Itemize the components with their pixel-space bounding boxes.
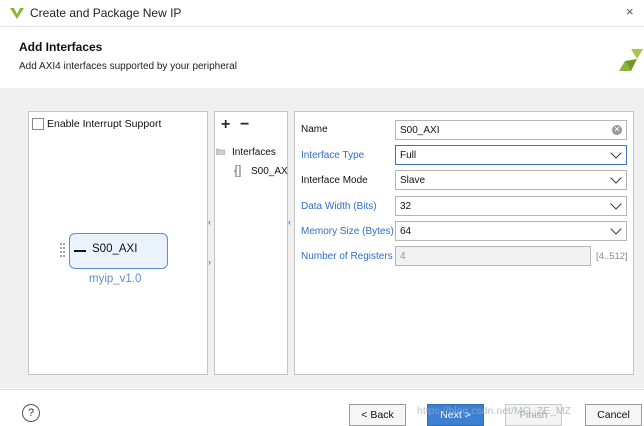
cancel-button[interactable]: Cancel bbox=[585, 404, 642, 426]
ip-port-label: S00_AXI bbox=[92, 243, 138, 255]
data-width-label: Data Width (Bits) bbox=[301, 201, 377, 212]
page-header: Add Interfaces Add AXI4 interfaces suppo… bbox=[0, 27, 644, 87]
chevron-down-icon[interactable] bbox=[610, 172, 622, 184]
close-icon[interactable]: × bbox=[626, 4, 634, 19]
interrupt-checkbox[interactable] bbox=[32, 118, 44, 130]
interface-type-label: Interface Type bbox=[301, 150, 365, 161]
back-button[interactable]: < Back bbox=[349, 404, 406, 426]
memory-size-value: 64 bbox=[400, 226, 412, 237]
memory-size-select[interactable]: 64 bbox=[395, 221, 627, 241]
watermark: https://blog.csdn.net/MO_ZE_MZ bbox=[417, 405, 572, 417]
folder-icon bbox=[216, 148, 225, 155]
data-width-value: 32 bbox=[400, 201, 412, 212]
chevron-down-icon[interactable] bbox=[610, 147, 622, 159]
name-label: Name bbox=[301, 124, 328, 135]
vivado-logo-icon bbox=[10, 8, 24, 19]
port-icon bbox=[234, 165, 241, 177]
add-interface-button[interactable]: + bbox=[221, 117, 230, 133]
interrupt-checkbox-label[interactable]: Enable Interrupt Support bbox=[47, 118, 161, 130]
interface-type-value: Full bbox=[400, 150, 417, 161]
interface-mode-select[interactable]: Slave bbox=[395, 170, 627, 190]
port-bus-icon bbox=[74, 250, 86, 252]
collapse-left-icon[interactable]: ‹ bbox=[208, 217, 211, 227]
chevron-down-icon[interactable] bbox=[610, 223, 622, 235]
interface-mode-value: Slave bbox=[400, 175, 426, 186]
remove-interface-button[interactable]: − bbox=[240, 117, 249, 133]
tree-item-s00-axi[interactable]: S00_AXI bbox=[251, 166, 288, 177]
page-title: Add Interfaces bbox=[19, 40, 103, 54]
ip-name: myip_v1.0 bbox=[89, 273, 142, 285]
num-registers-value: 4 bbox=[400, 251, 406, 262]
xilinx-logo-icon bbox=[619, 49, 643, 71]
clear-icon[interactable]: ✕ bbox=[612, 125, 622, 135]
interface-type-select[interactable]: Full bbox=[395, 145, 627, 165]
name-input[interactable]: S00_AXI ✕ bbox=[395, 120, 627, 140]
data-width-select[interactable]: 32 bbox=[395, 196, 627, 216]
memory-size-label: Memory Size (Bytes) bbox=[301, 226, 394, 237]
expand-right-icon[interactable]: › bbox=[208, 257, 211, 267]
interface-mode-label: Interface Mode bbox=[301, 175, 368, 186]
num-registers-input: 4 bbox=[395, 246, 591, 266]
window-title: Create and Package New IP bbox=[30, 6, 182, 20]
name-value: S00_AXI bbox=[400, 125, 440, 136]
help-icon[interactable]: ? bbox=[22, 404, 40, 422]
chevron-down-icon[interactable] bbox=[610, 198, 622, 210]
ip-pins-icon bbox=[60, 243, 65, 259]
num-registers-range: [4..512] bbox=[596, 251, 628, 262]
tree-root-interfaces[interactable]: Interfaces bbox=[232, 147, 276, 158]
page-subtitle: Add AXI4 interfaces supported by your pe… bbox=[19, 61, 237, 72]
collapse-mid-icon[interactable]: ‹ bbox=[288, 217, 291, 227]
num-registers-label: Number of Registers bbox=[301, 251, 393, 262]
